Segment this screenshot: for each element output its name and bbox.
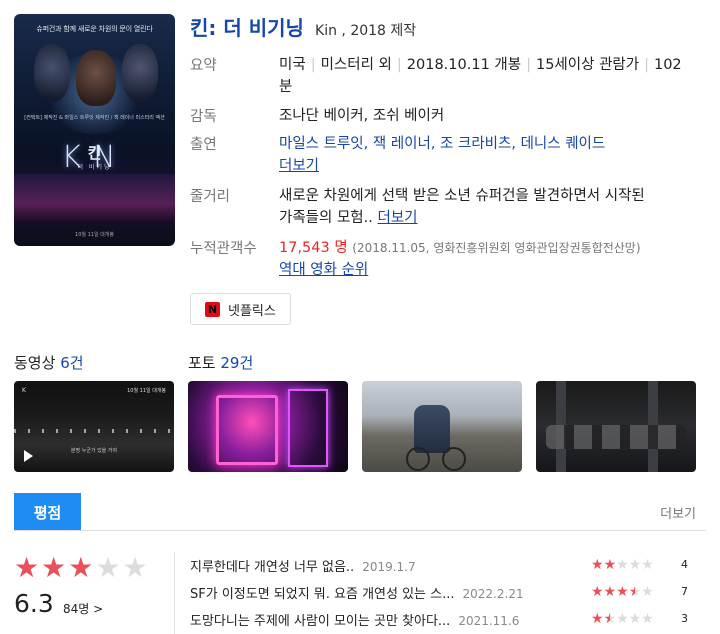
video-section-label: 동영상 [14,354,56,372]
movie-title[interactable]: 킨: 더 비기닝 [190,16,304,40]
audience-row: 누적관객수 17,543 명 (2018.11.05, 영화진흥위원회 영화관입… [190,237,641,281]
director-label: 감독 [190,109,217,125]
plot-label: 줄거리 [190,189,231,205]
title-row: 킨: 더 비기닝 Kin , 2018 제작 [190,12,416,41]
average-star-rating: ★ ★ ★ ★ ★ [14,554,148,582]
review-text: 지루한데다 개연성 너무 없음.. [190,560,355,575]
video-thumb-tag: 10월 11일 대개봉 [127,388,166,394]
summary-release: 2018.10.11 개봉 [406,57,522,73]
video-thumb-logo: K [22,387,26,394]
review-score: 7 [681,585,688,598]
photo-2-rider [414,405,450,453]
tab-rating[interactable]: 평점 [14,493,81,531]
cast-more-link[interactable]: 더보기 [279,158,319,174]
star-icon: ★ [41,551,67,584]
play-icon [24,450,33,462]
director-row: 감독 조나단 베이커, 조쉬 베이커 [190,105,444,127]
star-icon: ★ [14,551,40,584]
video-thumb-lights [14,429,174,433]
video-thumb-caption: 분명 누군가 있을 거야 [70,448,118,454]
audience-note: (2018.11.05, 영화진흥위원회 영화관입장권통합전산망) [352,241,641,255]
video-thumbnail[interactable]: K 10월 11일 대개봉 분명 누군가 있을 거야 [14,381,174,472]
photo-section-label: 포토 [188,354,216,372]
review-text: SF가 이정도면 되었지 뭐. 요즘 개연성 있는 스... [190,587,455,602]
plot-more-link[interactable]: 더보기 [377,210,417,226]
summary-label: 요약 [190,58,217,74]
photo-section-header[interactable]: 포토 29건 [188,352,253,373]
photo-1-neon-frame-2 [288,389,328,467]
plot-value: 새로운 차원에게 선택 받은 소년 슈퍼건을 발견하면서 시작된 가족들의 모험… [279,185,645,229]
review-score: 4 [681,558,688,571]
netflix-icon: N [205,301,220,317]
review-row[interactable]: 도망다니는 주제에 사람이 모이는 곳만 찾아다... 2021.11.6 [190,610,519,629]
netflix-label: 넷플릭스 [228,303,276,319]
poster-release: 10월 11일 대개봉 [75,232,114,238]
plot-row: 줄거리 새로운 차원에게 선택 받은 소년 슈퍼건을 발견하면서 시작된 가족들… [190,185,645,229]
summary-genre: 미스터리 외 [320,57,392,73]
summary-age: 15세이상 관람가 [535,57,640,73]
plot-text-line1: 새로운 차원에게 선택 받은 소년 슈퍼건을 발견하면서 시작된 [279,188,645,204]
cast-value: 마일스 트루잇, 잭 레이너, 조 크라비츠, 데니스 퀘이드 더보기 [279,133,605,177]
poster-title: 킨 [87,144,102,162]
director-links[interactable]: 조나단 베이커, 조쉬 베이커 [279,105,444,127]
summary-runtime-unit: 분 [279,79,293,95]
star-empty-icon: ★ [95,551,121,584]
photo-1-neon-frame [216,395,278,465]
review-date: 2019.1.7 [362,560,416,574]
summary-runtime: 102 [653,57,682,73]
movie-poster[interactable]: 슈퍼건과 함께 새로운 차원의 문이 열린다 [컨택트] 제작진 & 마일스 트… [14,14,175,246]
review-stars: ★ ★ ★ ★ ★ [591,557,654,573]
netflix-button[interactable]: N 넷플릭스 [190,293,291,325]
review-date: 2021.11.6 [458,614,520,628]
movie-original-title: Kin , 2018 제작 [315,23,417,39]
photo-2-wheel-front [406,447,430,471]
video-count: 6건 [60,354,84,372]
poster-subtitle: 더 비기닝 [77,164,112,171]
summary-row: 요약 미국 | 미스터리 외 | 2018.10.11 개봉 | 15세이상 관람가 | 102… [190,54,682,98]
rating-divider [14,530,706,531]
vote-count-link[interactable]: 84명 > [63,600,103,617]
photo-count: 29건 [220,354,254,372]
audience-count: 17,543 명 [279,240,348,256]
rating-vertical-divider [174,552,175,634]
poster-city [14,174,175,224]
photo-thumbnail-2[interactable] [362,381,522,472]
star-empty-icon: ★ [122,551,148,584]
summary-country: 미국 [279,57,306,73]
photo-thumbnail-1[interactable] [188,381,348,472]
average-score: 6.3 [14,589,54,618]
audience-value: 17,543 명 (2018.11.05, 영화진흥위원회 영화관입장권통합전산… [279,237,641,281]
review-row[interactable]: SF가 이정도면 되었지 뭐. 요즘 개연성 있는 스... 2022.2.21 [190,583,524,602]
poster-figure-left [34,44,70,102]
plot-text-line2: 가족들의 모험.. [279,210,373,226]
video-section-header[interactable]: 동영상 6건 [14,352,84,373]
summary-value: 미국 | 미스터리 외 | 2018.10.11 개봉 | 15세이상 관람가 | 102 분 [279,57,682,95]
cast-row: 출연 마일스 트루잇, 잭 레이너, 조 크라비츠, 데니스 퀘이드 더보기 [190,133,605,177]
rating-more-link[interactable]: 더보기 [660,503,696,522]
photo-2-wheel-back [442,447,466,471]
review-date: 2022.2.21 [462,587,524,601]
cast-links[interactable]: 마일스 트루잇, 잭 레이너, 조 크라비츠, 데니스 퀘이드 [279,136,605,152]
review-stars: ★ ★ ★ ★ ★ [591,584,654,600]
ranking-link[interactable]: 역대 영화 순위 [279,262,368,278]
poster-figure-center [76,50,116,106]
photo-thumbnail-3[interactable] [536,381,696,472]
audience-label: 누적관객수 [190,241,257,257]
photo-3-bikes [546,425,686,449]
star-icon: ★ [68,551,94,584]
review-row[interactable]: 지루한데다 개연성 너무 없음.. 2019.1.7 [190,556,416,575]
poster-figure-right [122,44,158,102]
poster-tagline: 슈퍼건과 함께 새로운 차원의 문이 열린다 [36,25,153,33]
review-text: 도망다니는 주제에 사람이 모이는 곳만 찾아다... [190,614,451,629]
cast-label: 출연 [190,137,217,153]
review-score: 3 [681,612,688,625]
poster-credits: [컨택트] 제작진 & 마일스 트루잇 제작진 / 잭 레이너 미스터리 액션 [24,115,165,121]
review-stars: ★ ★ ★ ★ ★ [591,611,654,627]
